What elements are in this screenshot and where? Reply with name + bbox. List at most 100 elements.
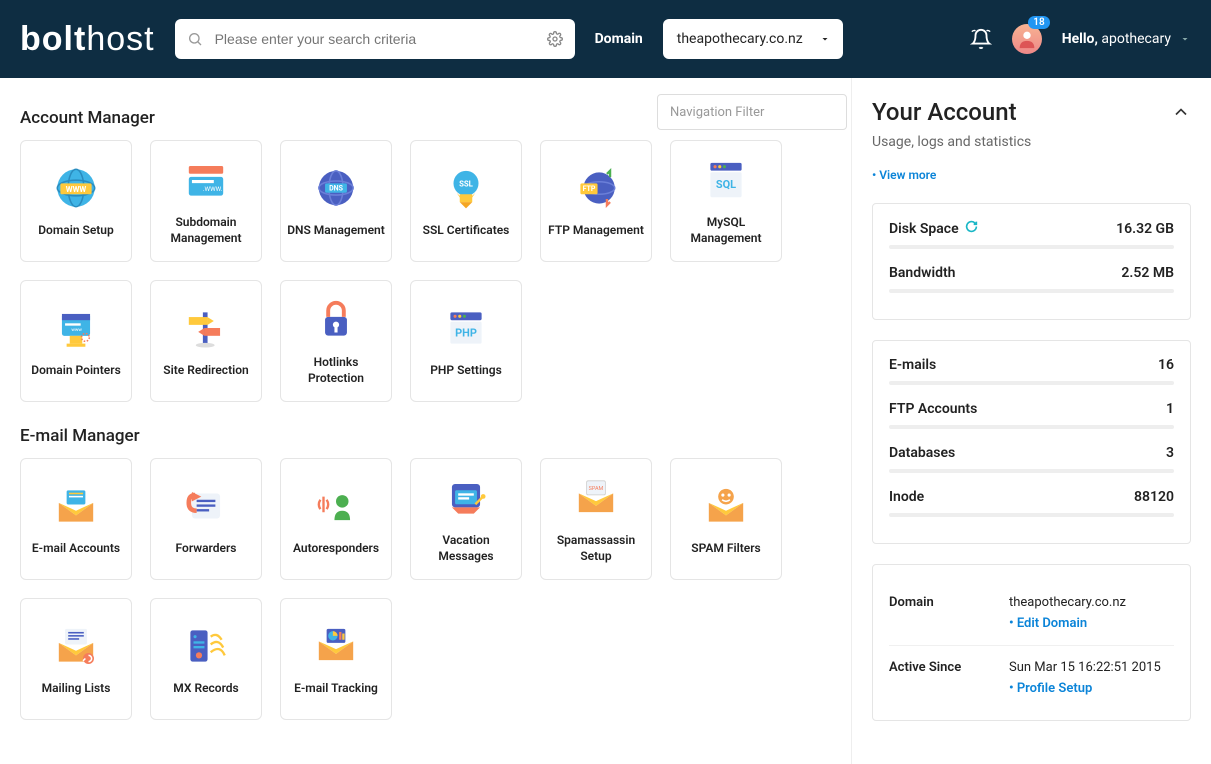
search-icon xyxy=(187,31,203,47)
forward-icon xyxy=(181,481,231,531)
info-domain-label: Domain xyxy=(889,595,1009,631)
svg-text:SPAM: SPAM xyxy=(589,487,604,493)
search-input[interactable] xyxy=(175,19,575,59)
svg-text:SQL: SQL xyxy=(716,178,736,191)
card-php[interactable]: PHPPHP Settings xyxy=(410,280,522,402)
card-label: MySQL Management xyxy=(677,215,775,246)
card-label: Domain Pointers xyxy=(31,363,121,379)
tracking-icon xyxy=(311,621,361,671)
card-redirect[interactable]: Site Redirection xyxy=(150,280,262,402)
nav-filter-input[interactable]: Navigation Filter xyxy=(657,94,847,130)
stat-value: 2.52 MB xyxy=(1121,265,1174,281)
card-lock[interactable]: Hotlinks Protection xyxy=(280,280,392,402)
dns-icon: DNS xyxy=(311,163,361,213)
stat-label: Databases xyxy=(889,445,955,461)
ssl-icon: SSL xyxy=(441,163,491,213)
card-label: MX Records xyxy=(173,681,238,697)
stat-value: 16 xyxy=(1158,357,1174,373)
sidebar-subtitle: Usage, logs and statistics xyxy=(872,134,1191,150)
card-label: Vacation Messages xyxy=(417,533,515,564)
gear-icon[interactable] xyxy=(547,31,563,47)
info-active-label: Active Since xyxy=(889,660,1009,696)
stat-row: Bandwidth 2.52 MB xyxy=(889,265,1174,281)
mailing-icon xyxy=(51,621,101,671)
vacation-icon xyxy=(441,473,491,523)
svg-text:WWW: WWW xyxy=(66,185,87,194)
card-label: SPAM Filters xyxy=(691,541,760,557)
header: bolthost Domain theapothecary.co.nz 18 H… xyxy=(0,0,1211,78)
card-label: Autoresponders xyxy=(293,541,379,557)
svg-text:www: www xyxy=(71,328,82,333)
card-label: Domain Setup xyxy=(38,223,114,239)
card-ssl[interactable]: SSLSSL Certificates xyxy=(410,140,522,262)
hello-user: apothecary xyxy=(1101,31,1171,47)
svg-text:PHP: PHP xyxy=(455,327,477,340)
notifications-bell[interactable] xyxy=(970,28,992,50)
card-dns[interactable]: DNSDNS Management xyxy=(280,140,392,262)
stat-label: FTP Accounts xyxy=(889,401,977,417)
stat-bar xyxy=(889,381,1174,385)
profile-setup-link[interactable]: • Profile Setup xyxy=(1009,681,1092,696)
stat-bar xyxy=(889,513,1174,517)
card-mailing[interactable]: Mailing Lists xyxy=(20,598,132,720)
nav-filter-placeholder: Navigation Filter xyxy=(670,105,764,120)
panel-counts: E-mails16FTP Accounts1Databases3Inode881… xyxy=(872,340,1191,544)
stat-bar xyxy=(889,289,1174,293)
auto-icon xyxy=(311,481,361,531)
grid-email-manager: E-mail Accounts Forwarders Autoresponders V… xyxy=(20,458,831,720)
stat-label: Bandwidth xyxy=(889,265,955,281)
refresh-icon[interactable] xyxy=(965,220,978,233)
domain-select[interactable]: theapothecary.co.nz xyxy=(663,19,843,59)
avatar[interactable]: 18 xyxy=(1012,24,1042,54)
stat-value: 3 xyxy=(1166,445,1174,461)
stat-bar xyxy=(889,425,1174,429)
card-spam[interactable]: SPAM Filters xyxy=(670,458,782,580)
card-spamassassin[interactable]: SPAMSpamassassin Setup xyxy=(540,458,652,580)
stat-row: Inode88120 xyxy=(889,489,1174,505)
view-more-link[interactable]: • View more xyxy=(872,168,936,182)
sidebar-title: Your Account xyxy=(872,98,1017,126)
stat-bar xyxy=(889,245,1174,249)
info-active-value: Sun Mar 15 16:22:51 2015 xyxy=(1009,660,1174,675)
card-label: E-mail Accounts xyxy=(32,541,120,557)
stat-row: Databases 3 xyxy=(889,445,1174,461)
card-label: Hotlinks Protection xyxy=(287,355,385,386)
stat-label: Inode xyxy=(889,489,924,505)
card-label: Forwarders xyxy=(176,541,237,557)
spam-icon xyxy=(701,481,751,531)
card-vacation[interactable]: Vacation Messages xyxy=(410,458,522,580)
card-label: Mailing Lists xyxy=(42,681,111,697)
lock-icon xyxy=(311,295,361,345)
card-sql[interactable]: SQL MySQL Management xyxy=(670,140,782,262)
card-www[interactable]: WWW Domain Setup xyxy=(20,140,132,262)
notification-badge: 18 xyxy=(1028,16,1049,29)
mx-icon xyxy=(181,621,231,671)
card-email[interactable]: E-mail Accounts xyxy=(20,458,132,580)
domain-value: theapothecary.co.nz xyxy=(677,31,803,47)
panel-usage: Disk Space16.32 GB Bandwidth 2.52 MB xyxy=(872,203,1191,320)
card-mx[interactable]: MX Records xyxy=(150,598,262,720)
stat-label: Disk Space xyxy=(889,220,978,237)
grid-account-manager: WWW Domain Setup .WWW.Subdomain Management… xyxy=(20,140,831,402)
card-subdomain[interactable]: .WWW.Subdomain Management xyxy=(150,140,262,262)
card-auto[interactable]: Autoresponders xyxy=(280,458,392,580)
stat-row: FTP Accounts 1 xyxy=(889,401,1174,417)
chevron-down-icon xyxy=(819,33,831,45)
stat-value: 1 xyxy=(1166,401,1174,417)
card-label: Site Redirection xyxy=(163,363,248,379)
card-ftp[interactable]: FTPFTP Management xyxy=(540,140,652,262)
card-forward[interactable]: Forwarders xyxy=(150,458,262,580)
hello-prefix: Hello, xyxy=(1062,31,1098,47)
card-pointers[interactable]: www Domain Pointers xyxy=(20,280,132,402)
collapse-chevron-icon[interactable] xyxy=(1171,102,1191,122)
svg-text:DNS: DNS xyxy=(329,184,344,193)
greeting[interactable]: Hello, apothecary xyxy=(1062,31,1191,47)
ftp-icon: FTP xyxy=(571,163,621,213)
svg-text:SSL: SSL xyxy=(459,180,474,189)
email-icon xyxy=(51,481,101,531)
edit-domain-link[interactable]: • Edit Domain xyxy=(1009,616,1087,631)
info-domain-value: theapothecary.co.nz xyxy=(1009,595,1174,610)
stat-row: Disk Space16.32 GB xyxy=(889,220,1174,237)
logo[interactable]: bolthost xyxy=(20,20,155,59)
card-tracking[interactable]: E-mail Tracking xyxy=(280,598,392,720)
